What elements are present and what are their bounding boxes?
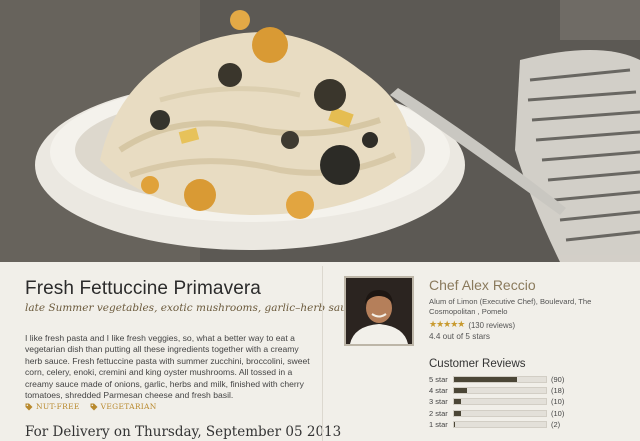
review-bar-fill (454, 399, 462, 405)
review-bar (453, 398, 547, 406)
reviews-breakdown: 5 star (90) 4 star (18) 3 star (10) 2 st… (429, 374, 577, 430)
review-row-3[interactable]: 3 star (10) (429, 396, 577, 407)
delivery-date: For Delivery on Thursday, September 05 2… (25, 424, 342, 440)
review-row-label: 3 star (429, 397, 448, 407)
review-bar (453, 387, 547, 395)
review-row-label: 5 star (429, 375, 448, 385)
review-bar (453, 409, 547, 417)
review-row-count: (10) (551, 397, 565, 407)
review-row-count: (18) (551, 386, 565, 396)
tag-nut-free[interactable]: NUT-FREE (25, 402, 80, 411)
review-bar-fill (454, 421, 456, 427)
review-row-count: (2) (551, 419, 561, 429)
chef-rating[interactable]: ★★★★★ (130 reviews) (429, 320, 515, 330)
review-row-count: (90) (551, 375, 565, 385)
tag-icon (25, 403, 33, 410)
review-row-4[interactable]: 4 star (18) (429, 385, 577, 396)
tag-vegetarian[interactable]: VEGETARIAN (90, 402, 157, 411)
review-row-label: 1 star (429, 419, 448, 429)
dish-photo (0, 0, 640, 262)
star-rating-icon: ★★★★★ (429, 320, 465, 330)
dish-title: Fresh Fettuccine Primavera (25, 278, 261, 299)
rating-summary: 4.4 out of 5 stars (429, 332, 490, 341)
reviews-count[interactable]: (130 reviews) (468, 321, 515, 330)
review-bar (453, 420, 547, 428)
review-bar-fill (454, 410, 462, 416)
review-bar-fill (454, 377, 518, 383)
dish-subtitle: late Summer vegetables, exotic mushrooms… (25, 302, 359, 314)
tag-label: NUT-FREE (36, 402, 80, 411)
review-row-2[interactable]: 2 star (10) (429, 408, 577, 419)
dish-illustration (0, 0, 640, 262)
chef-name[interactable]: Chef Alex Reccio (429, 277, 536, 293)
review-row-1[interactable]: 1 star (2) (429, 419, 577, 430)
review-row-label: 2 star (429, 408, 448, 418)
review-row-count: (10) (551, 408, 565, 418)
chef-portrait (346, 278, 412, 344)
column-divider (322, 266, 323, 441)
review-row-label: 4 star (429, 386, 448, 396)
chef-avatar[interactable] (344, 276, 414, 346)
reviews-heading: Customer Reviews (429, 358, 526, 370)
review-bar-fill (454, 388, 467, 394)
dish-description: I like fresh pasta and I like fresh vegg… (25, 333, 310, 401)
review-bar (453, 376, 547, 384)
tag-label: VEGETARIAN (100, 402, 157, 411)
tag-icon (90, 403, 98, 410)
chef-bio: Alum of Limon (Executive Chef), Boulevar… (429, 297, 592, 316)
dietary-tags: NUT-FREE VEGETARIAN (25, 402, 157, 411)
review-row-5[interactable]: 5 star (90) (429, 374, 577, 385)
